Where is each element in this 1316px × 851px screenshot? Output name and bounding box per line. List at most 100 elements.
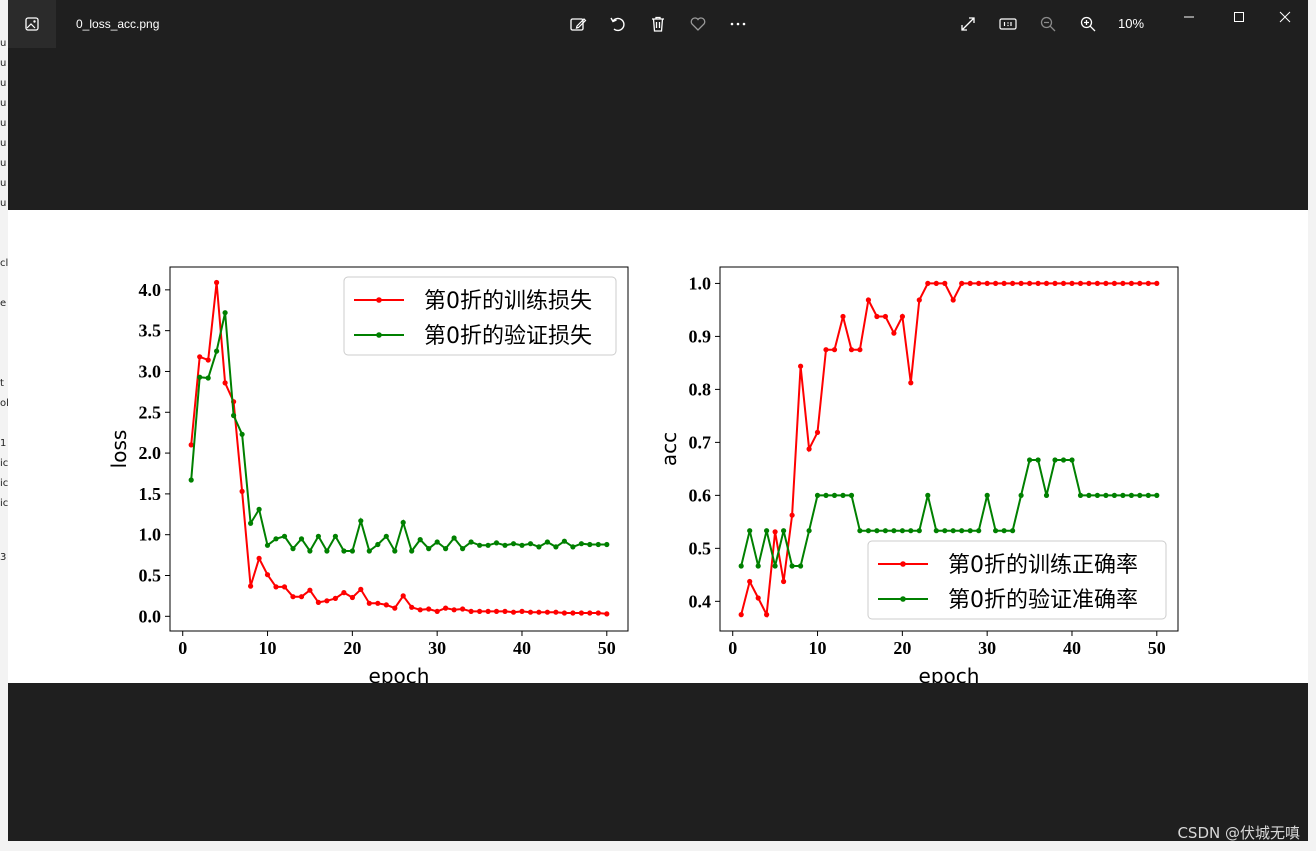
data-point	[417, 607, 423, 613]
x-tick-label: 10	[259, 638, 277, 658]
data-point	[891, 330, 897, 336]
data-point	[231, 412, 237, 419]
legend-entry: 第0折的验证准确率	[948, 588, 1138, 613]
zoom-in-button[interactable]	[1076, 12, 1100, 36]
data-point	[755, 595, 761, 601]
data-point	[578, 610, 585, 616]
actual-size-button[interactable]	[996, 12, 1020, 36]
data-point	[1103, 492, 1109, 498]
data-point	[950, 297, 956, 303]
x-tick-label: 20	[343, 638, 361, 658]
data-point	[1086, 492, 1092, 498]
data-point	[239, 431, 245, 437]
data-point	[874, 313, 880, 320]
data-point	[570, 544, 576, 550]
fullscreen-button[interactable]	[956, 12, 980, 36]
favorite-button[interactable]	[686, 12, 710, 36]
expand-icon	[961, 17, 975, 31]
watermark: CSDN @伏城无嗔	[1177, 824, 1300, 841]
data-point	[519, 542, 525, 548]
data-point	[400, 519, 406, 526]
background-text-fragment: u	[0, 78, 7, 89]
data-point	[942, 528, 948, 534]
data-point	[865, 528, 872, 534]
data-point	[840, 492, 846, 498]
background-text-fragment: 1	[0, 438, 7, 449]
maximize-button[interactable]	[1224, 6, 1254, 28]
data-point	[527, 609, 534, 615]
x-tick-label: 50	[1148, 638, 1166, 658]
x-tick-label: 0	[728, 638, 737, 658]
background-text-fragment: u	[0, 178, 7, 189]
minimize-button[interactable]	[1174, 6, 1204, 28]
data-point	[823, 492, 829, 498]
y-tick-label: 0.5	[139, 566, 162, 586]
data-point	[451, 535, 457, 541]
legend-marker	[900, 596, 906, 602]
background-text-fragment: 3	[0, 552, 7, 563]
data-point	[1120, 492, 1126, 498]
data-point	[831, 347, 838, 353]
data-point	[527, 541, 534, 547]
data-point	[324, 598, 330, 604]
data-point	[1137, 280, 1143, 286]
y-tick-label: 0.5	[689, 538, 712, 558]
rotate-button[interactable]	[606, 12, 630, 36]
data-point	[1027, 280, 1033, 286]
edit-image-button[interactable]	[566, 12, 590, 36]
more-button[interactable]	[726, 12, 750, 36]
legend-marker	[376, 297, 382, 303]
data-point	[899, 528, 906, 534]
close-button[interactable]	[1270, 6, 1300, 28]
data-point	[831, 492, 838, 498]
background-text-fragment: ic	[0, 458, 8, 469]
data-point	[1094, 280, 1100, 286]
data-point	[349, 548, 355, 554]
legend-entry: 第0折的训练正确率	[948, 553, 1138, 578]
data-point	[798, 563, 804, 569]
data-point	[1145, 492, 1151, 498]
data-point	[315, 533, 321, 539]
x-tick-label: 20	[893, 638, 911, 658]
data-point	[587, 541, 593, 548]
data-point	[315, 599, 321, 605]
data-point	[865, 297, 872, 303]
data-point	[798, 363, 804, 369]
data-point	[891, 528, 897, 534]
file-name: 0_loss_acc.png	[76, 17, 160, 31]
y-tick-label: 4.0	[139, 280, 162, 300]
legend: 第0折的训练正确率第0折的验证准确率	[867, 540, 1167, 620]
data-point	[1052, 280, 1058, 286]
zoom-out-button[interactable]	[1036, 12, 1060, 36]
y-tick-label: 3.5	[139, 321, 162, 341]
data-point	[1035, 280, 1041, 286]
heart-icon	[690, 17, 706, 31]
data-point	[332, 533, 338, 539]
data-point	[298, 594, 305, 600]
data-point	[460, 606, 466, 612]
data-point	[1094, 492, 1100, 498]
data-point	[493, 608, 500, 614]
data-point	[477, 608, 483, 614]
data-point	[544, 609, 551, 615]
data-point	[993, 280, 999, 286]
data-point	[755, 563, 761, 569]
y-tick-label: 0.8	[689, 379, 712, 399]
y-tick-label: 0.9	[689, 326, 712, 346]
y-tick-label: 0.4	[689, 591, 712, 611]
y-tick-label: 2.5	[139, 402, 162, 422]
maximize-icon	[1234, 12, 1244, 22]
data-point	[789, 563, 795, 569]
delete-button[interactable]	[646, 12, 670, 36]
zoom-level[interactable]: 10%	[1118, 16, 1144, 31]
app-icon-button[interactable]	[8, 0, 56, 48]
data-point	[409, 604, 415, 610]
data-point	[1060, 457, 1067, 463]
data-point	[933, 280, 939, 286]
data-point	[256, 555, 262, 561]
image-canvas[interactable]: 0 10 20 30 40 50 0.0 0.5 1.0 1.5 2.0 2.5 3.0 3.5 4.0 ep…	[8, 210, 1308, 688]
data-point	[781, 578, 787, 585]
y-tick-label: 1.0	[139, 525, 162, 545]
y-tick-label: 1.0	[689, 273, 712, 293]
data-point	[848, 347, 855, 353]
